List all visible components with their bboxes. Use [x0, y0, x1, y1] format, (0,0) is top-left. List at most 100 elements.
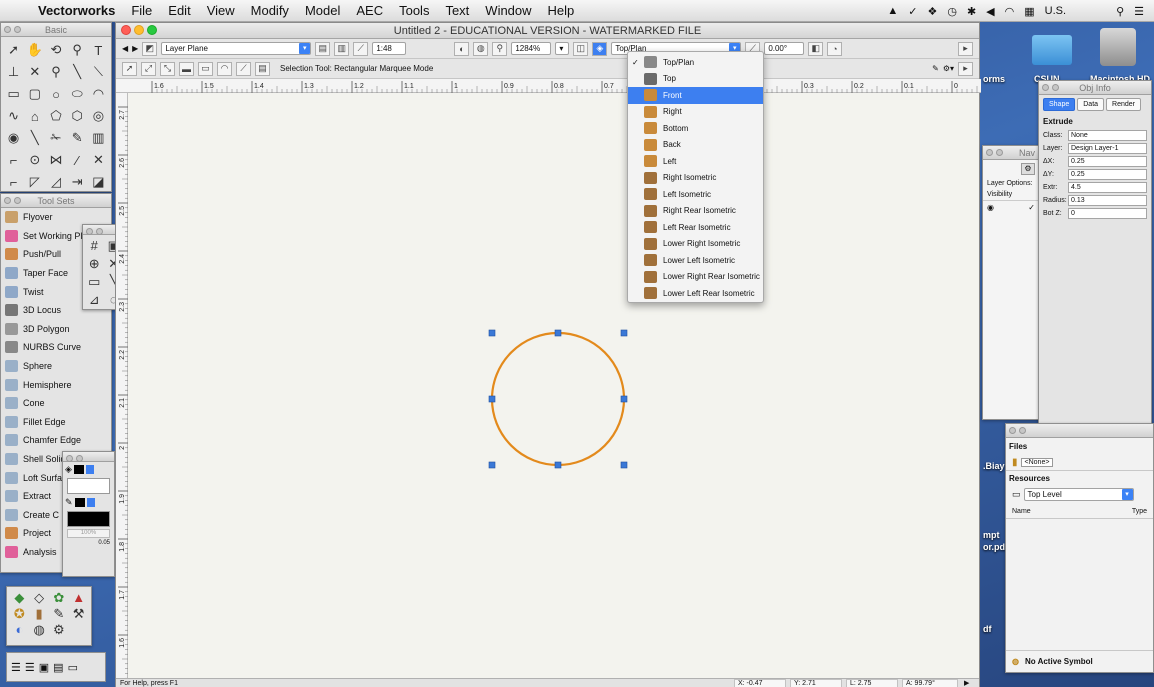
dropbox-icon[interactable]: ❖ — [927, 5, 937, 18]
tab-shape[interactable]: Shape — [1043, 98, 1076, 111]
snap-to-angle-icon[interactable]: ⊕ — [85, 255, 104, 272]
forward-arrow-icon[interactable]: ▶ — [132, 44, 138, 53]
selection-tool-icon[interactable]: ➚ — [4, 40, 23, 60]
flag-icon[interactable]: ▦ — [1024, 5, 1034, 18]
spiral-tool-icon[interactable]: ◎ — [89, 106, 108, 126]
space-tool-icon[interactable]: ◐ — [10, 622, 29, 637]
view-menu-item[interactable]: Bottom — [628, 120, 763, 137]
handle-top[interactable] — [554, 329, 562, 337]
arc-tool-icon[interactable]: ◠ — [89, 84, 108, 104]
regular-polygon-icon[interactable]: ⬡ — [68, 106, 87, 126]
view-menu-item[interactable]: Back — [628, 137, 763, 154]
flyover-tool-icon[interactable]: ⟲ — [46, 40, 65, 60]
light-tool-icon[interactable]: ✪ — [10, 606, 29, 621]
stair-tool-icon[interactable]: ⚒ — [69, 606, 88, 621]
angle-field[interactable]: 0.00° — [764, 42, 805, 55]
icon-view-icon[interactable]: ▣ — [39, 661, 49, 674]
window-tool-icon[interactable]: ✎ — [50, 606, 69, 621]
mode-options-icon[interactable]: ▤ — [255, 61, 270, 76]
menu-window[interactable]: Window — [477, 3, 539, 18]
expand-modebar-icon[interactable]: ▸ — [958, 61, 973, 76]
name-column-header[interactable]: Name — [1012, 508, 1031, 515]
extrusion-field[interactable]: 4.5 — [1068, 182, 1147, 193]
scale-field[interactable]: 1:48 — [372, 42, 407, 55]
toolset-item[interactable]: Hemisphere — [1, 375, 111, 394]
minimize-window-icon[interactable] — [134, 25, 144, 35]
pen-color-swatch[interactable] — [74, 498, 85, 507]
view-menu-item[interactable]: Lower Right Rear Isometric — [628, 269, 763, 286]
fill-dropdown-icon[interactable] — [85, 465, 94, 474]
menu-modify[interactable]: Modify — [243, 3, 297, 18]
projection-icon[interactable]: ◔ — [827, 41, 843, 56]
render-mode-icon[interactable]: ◫ — [573, 41, 589, 56]
menu-text[interactable]: Text — [437, 3, 477, 18]
settings-gear-icon[interactable]: ⚙▾ — [943, 64, 954, 73]
polyline-tool-icon[interactable]: ⌂ — [25, 106, 44, 126]
layer-row[interactable]: ◉ ✓ — [983, 201, 1039, 214]
mode-polygon-icon[interactable]: ⟋ — [236, 61, 251, 76]
cross-tool-icon[interactable]: ✕ — [89, 150, 108, 170]
selected-circle[interactable] — [490, 331, 626, 467]
plant-tool-icon[interactable]: ✿ — [50, 590, 69, 605]
pen-dropdown-icon[interactable] — [86, 498, 95, 507]
view-menu-item[interactable]: Front — [628, 87, 763, 104]
site-tool-icon[interactable]: ◆ — [10, 590, 29, 605]
view-icon[interactable]: ◈ — [592, 41, 608, 56]
tab-data[interactable]: Data — [1077, 98, 1105, 111]
menu-aec[interactable]: AEC — [348, 3, 391, 18]
rotate-tool-icon[interactable]: ◿ — [46, 172, 65, 192]
handle-top-left[interactable] — [488, 329, 496, 337]
zoom-icon[interactable]: ⚲ — [492, 41, 508, 56]
spotlight-icon[interactable]: ⚲ — [1116, 5, 1124, 18]
menu-model[interactable]: Model — [297, 3, 348, 18]
mode-resize-icon[interactable]: ⤡ — [160, 61, 175, 76]
mode-rotate-icon[interactable]: ⤢ — [141, 61, 156, 76]
preferences-tool-icon[interactable]: ✎ — [932, 64, 939, 73]
line-weight-field[interactable]: 0.05 — [67, 540, 110, 549]
close-window-icon[interactable] — [121, 25, 131, 35]
handle-right[interactable] — [620, 395, 628, 403]
mode-pointer-icon[interactable]: ➚ — [122, 61, 137, 76]
bottom-z-field[interactable]: 0 — [1068, 208, 1147, 219]
text-tool-icon[interactable]: T — [89, 40, 108, 60]
freehand-tool-icon[interactable]: ∿ — [4, 106, 23, 126]
view-menu-item[interactable]: Lower Right Isometric — [628, 236, 763, 253]
landscape-tool-icon[interactable]: ◇ — [30, 590, 49, 605]
view-menu-item[interactable]: Right Isometric — [628, 170, 763, 187]
list-view-icon[interactable]: ☰ — [11, 661, 21, 674]
view-menu-item[interactable]: Left Isometric — [628, 186, 763, 203]
menu-help[interactable]: Help — [540, 3, 583, 18]
radius-field[interactable]: 0.13 — [1068, 195, 1147, 206]
opacity-field[interactable]: 100% — [67, 529, 110, 538]
toolset-item[interactable]: Chamfer Edge — [1, 431, 111, 450]
toolset-item[interactable]: Sphere — [1, 357, 111, 376]
large-icon-view-icon[interactable]: ▤ — [53, 661, 63, 674]
compact-view-icon[interactable]: ☰ — [25, 661, 35, 674]
eyedropper-icon[interactable]: ⚲ — [46, 62, 65, 82]
handle-top-right[interactable] — [620, 329, 628, 337]
rounded-rect-tool-icon[interactable]: ▢ — [25, 84, 44, 104]
class-select[interactable]: None — [1068, 130, 1147, 141]
visibility-eye-icon[interactable]: ◉ — [987, 203, 994, 212]
double-line-tool-icon[interactable]: ⟍ — [89, 62, 108, 82]
bluetooth-icon[interactable]: ✱ — [967, 5, 976, 18]
snap-to-grid-icon[interactable]: # — [85, 237, 104, 254]
wifi-icon[interactable]: ◠ — [1005, 5, 1015, 18]
mode-lasso-icon[interactable]: ◠ — [217, 61, 232, 76]
attribute-mapping-icon[interactable]: ✕ — [25, 62, 44, 82]
zoom-dropdown-icon[interactable]: ▾ — [555, 42, 570, 55]
menu-view[interactable]: View — [199, 3, 243, 18]
mode-single-icon[interactable]: ▬ — [179, 61, 194, 76]
fit-to-objects-icon[interactable]: ◐ — [454, 41, 470, 56]
handle-bottom-left[interactable] — [488, 461, 496, 469]
clip-tool-icon[interactable]: ▥ — [89, 128, 108, 148]
layer-plane-icon[interactable]: ◩ — [142, 41, 158, 56]
handle-bottom[interactable] — [554, 461, 562, 469]
nav-options-icon[interactable]: ⚙ — [1021, 163, 1035, 175]
circle-tool-icon[interactable]: ○ — [46, 84, 65, 104]
chamfer-tool-icon[interactable]: ◸ — [25, 172, 44, 192]
handle-left[interactable] — [488, 395, 496, 403]
scale-icon[interactable]: ⟋ — [353, 41, 369, 56]
toolset-item[interactable]: NURBS Curve — [1, 338, 111, 357]
camera-tool-icon[interactable]: ◍ — [30, 622, 49, 637]
